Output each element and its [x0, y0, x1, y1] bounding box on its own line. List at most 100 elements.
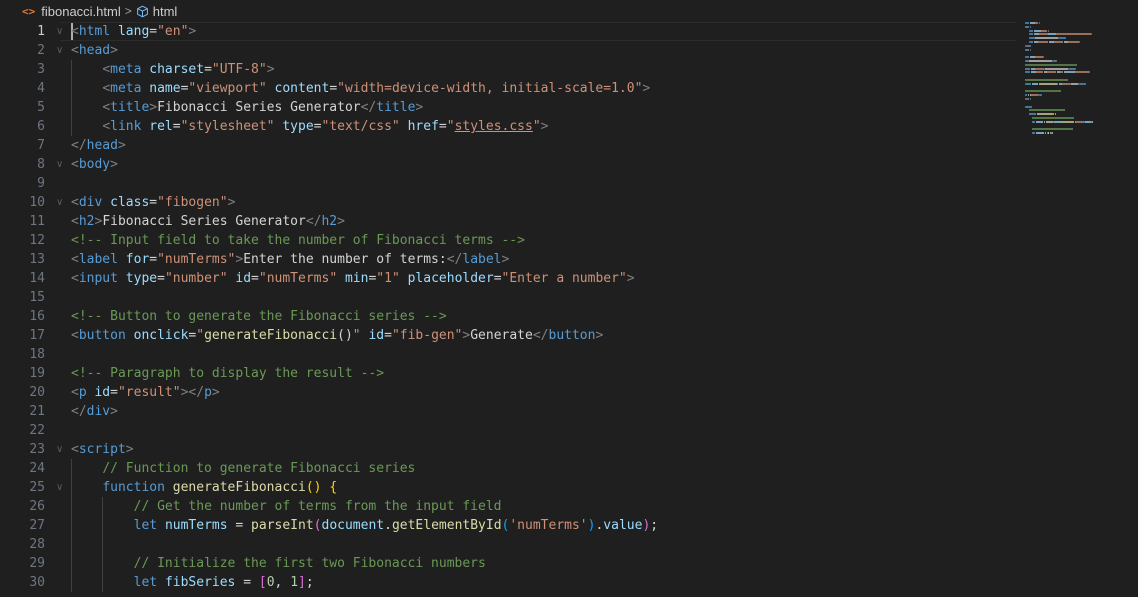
code-line[interactable]: 17 <button onclick="generateFibonacci()" …: [0, 326, 1017, 345]
code-line[interactable]: 6 <link rel="stylesheet" type="text/css"…: [0, 117, 1017, 136]
breadcrumb-symbol[interactable]: html: [136, 3, 178, 19]
code-line[interactable]: 29 // Initialize the first two Fibonacci…: [0, 554, 1017, 573]
code-token: ,: [274, 575, 291, 590]
code-token: h2: [321, 214, 338, 229]
code-token: >: [501, 252, 510, 267]
code-line[interactable]: 7 </head>: [0, 136, 1017, 155]
code-token: >: [188, 24, 197, 39]
minimap-token: [1061, 120, 1075, 123]
code-token: fibSeries: [164, 575, 236, 590]
code-line[interactable]: 15: [0, 288, 1017, 307]
minimap-token: [1025, 82, 1032, 85]
code-editor[interactable]: 1 ∨ <html lang="en"> 2 ∨ <head> 3 <meta charse…: [0, 22, 1138, 597]
code-line[interactable]: 30 let fibSeries = [0, 1];: [0, 573, 1017, 592]
cube-icon: [136, 5, 148, 17]
code-text: <!-- Paragraph to display the result -->: [71, 364, 384, 383]
code-token: </: [446, 252, 463, 267]
code-token: (: [313, 518, 322, 533]
line-number: 9: [37, 176, 45, 191]
code-token: <: [102, 62, 111, 77]
code-line[interactable]: 5 <title>Fibonacci Series Generator</tit…: [0, 98, 1017, 117]
code-line[interactable]: 28: [0, 535, 1017, 554]
code-line[interactable]: 4 <meta name="viewport" content="width=d…: [0, 79, 1017, 98]
line-number: 17: [29, 328, 45, 343]
line-number: 4: [37, 81, 45, 96]
code-line[interactable]: 1 ∨ <html lang="en">: [0, 22, 1017, 41]
code-line[interactable]: 3 <meta charset="UTF-8">: [0, 60, 1017, 79]
code-line[interactable]: 25 ∨ function generateFibonacci() {: [0, 478, 1017, 497]
code-line[interactable]: 9: [0, 174, 1017, 193]
code-line[interactable]: 19 <!-- Paragraph to display the result -…: [0, 364, 1017, 383]
code-line[interactable]: 8 ∨ <body>: [0, 155, 1017, 174]
breadcrumb-file[interactable]: <> fibonacci.html: [0, 4, 121, 19]
code-token: meta: [110, 81, 142, 96]
code-line[interactable]: 16 <!-- Button to generate the Fibonacci …: [0, 307, 1017, 326]
line-number: 22: [29, 423, 45, 438]
minimap-token: [1034, 56, 1043, 59]
code-line[interactable]: 21 </div>: [0, 402, 1017, 421]
code-token: =: [235, 575, 259, 590]
minimap-token: [1025, 94, 1027, 97]
code-token: (): [305, 480, 322, 495]
minimap-token: [1069, 41, 1079, 43]
minimap[interactable]: [1017, 22, 1138, 597]
indent-guide: [71, 459, 72, 592]
minimap-token: [1070, 82, 1079, 85]
code-token: // Function to generate Fibonacci series: [102, 461, 416, 476]
code-text: <html lang="en">: [71, 22, 196, 41]
code-line[interactable]: 24 // Function to generate Fibonacci ser…: [0, 459, 1017, 478]
code-token: >: [626, 271, 635, 286]
fold-chevron-icon[interactable]: ∨: [56, 155, 63, 174]
code-token: </: [532, 328, 549, 343]
code-line[interactable]: 12 <!-- Input field to take the number of…: [0, 231, 1017, 250]
code-line[interactable]: 22: [0, 421, 1017, 440]
code-line[interactable]: 27 let numTerms = parseInt(document.getE…: [0, 516, 1017, 535]
code-line[interactable]: 18: [0, 345, 1017, 364]
minimap-token: [1028, 60, 1052, 62]
code-line[interactable]: 13 <label for="numTerms">Enter the number…: [0, 250, 1017, 269]
line-number: 26: [29, 499, 45, 514]
code-token: (): [337, 328, 353, 343]
code-token: <: [71, 24, 79, 39]
code-token: // Initialize the first two Fibonacci nu…: [133, 556, 486, 571]
vertical-scrollbar[interactable]: [1124, 22, 1138, 597]
breadcrumb: <> fibonacci.html > html: [0, 0, 1138, 22]
code-text: <h2>Fibonacci Series Generator</h2>: [71, 212, 345, 231]
code-line[interactable]: 23 ∨ <script>: [0, 440, 1017, 459]
code-line[interactable]: 14 <input type="number" id="numTerms" min…: [0, 269, 1017, 288]
code-token: <: [71, 195, 79, 210]
minimap-token: [1030, 94, 1038, 97]
fold-chevron-icon[interactable]: ∨: [56, 478, 63, 497]
fold-chevron-icon[interactable]: ∨: [56, 41, 63, 60]
fold-chevron-icon[interactable]: ∨: [56, 193, 63, 212]
code-token: <: [71, 157, 79, 172]
minimap-token: [1075, 120, 1085, 123]
code-token: >: [110, 43, 118, 58]
code-token: h2: [78, 214, 95, 229]
minimap-token: [1052, 132, 1053, 135]
line-number: 8: [37, 157, 45, 172]
code-line[interactable]: 10 ∨ <div class="fibogen">: [0, 193, 1017, 212]
minimap-token: [1028, 109, 1065, 112]
breadcrumb-symbol-name: html: [152, 3, 178, 19]
fold-chevron-icon[interactable]: ∨: [56, 22, 63, 41]
breadcrumb-file-name: fibonacci.html: [41, 3, 121, 19]
code-token: <: [71, 442, 79, 457]
code-token: Generate: [470, 328, 533, 343]
minimap-token: [1025, 67, 1031, 70]
code-line[interactable]: 2 ∨ <head>: [0, 41, 1017, 60]
code-text: // Initialize the first two Fibonacci nu…: [71, 554, 486, 573]
minimap-token: [1025, 56, 1029, 59]
code-line[interactable]: 20 <p id="result"></p>: [0, 383, 1017, 402]
code-token: =: [172, 119, 181, 134]
code-line[interactable]: 26 // Get the number of terms from the i…: [0, 497, 1017, 516]
line-number: 2: [37, 43, 45, 58]
code-line[interactable]: 11 <h2>Fibonacci Series Generator</h2>: [0, 212, 1017, 231]
code-token: </: [305, 214, 322, 229]
code-text: <div class="fibogen">: [71, 193, 235, 212]
fold-chevron-icon[interactable]: ∨: [56, 440, 63, 459]
